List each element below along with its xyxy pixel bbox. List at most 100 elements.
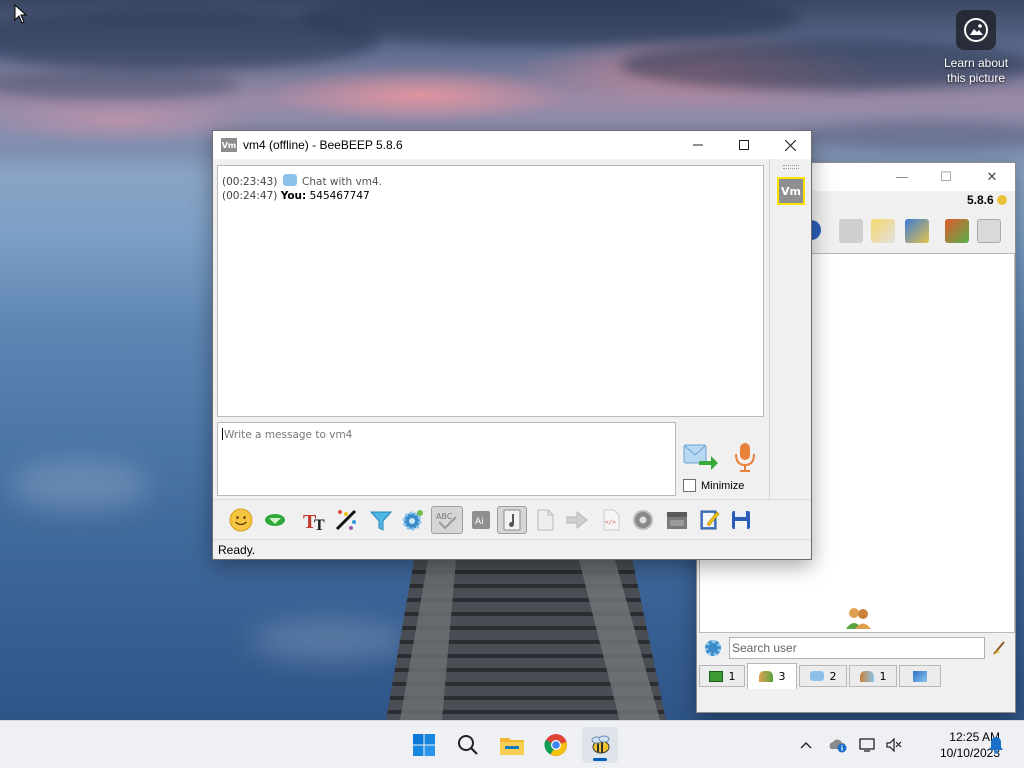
bell-icon (989, 737, 1003, 754)
learn-about-picture-widget[interactable]: Learn about this picture (936, 10, 1016, 86)
onedrive-tray-icon[interactable] (828, 735, 848, 755)
notifications-button[interactable] (986, 735, 1006, 755)
window-title: vm4 (offline) - BeeBEEP 5.8.6 (243, 138, 403, 152)
main-minimize-button[interactable]: — (885, 163, 919, 191)
font-color-button[interactable] (333, 506, 361, 534)
voice-message-button[interactable] (731, 441, 759, 473)
tab-groups[interactable]: 1 (849, 665, 897, 687)
font-icon: TT (303, 511, 325, 532)
svg-text:ABC: ABC (436, 512, 453, 521)
dock-grip[interactable] (783, 165, 799, 169)
message-input[interactable]: Write a message to vm4 (217, 422, 676, 496)
volume-tray-icon[interactable] (884, 735, 904, 755)
send-icon (683, 444, 718, 470)
users-group-icon (844, 606, 872, 630)
widget-label: Learn about this picture (943, 56, 1009, 85)
search-user-input[interactable]: Search user (729, 637, 985, 659)
search-icon (458, 735, 478, 755)
send-button[interactable] (683, 441, 719, 471)
clear-search-icon[interactable] (991, 640, 1007, 656)
code-icon: </> (603, 509, 620, 531)
green-arrow-down-icon (265, 514, 285, 526)
svg-text:</>: </> (605, 519, 616, 526)
maximize-button[interactable] (721, 131, 767, 159)
users-icon (758, 671, 773, 682)
emoticon-menu-button[interactable] (261, 506, 289, 534)
spellcheck-icon: ABC (436, 512, 457, 530)
text-book-icon: Ai (472, 511, 490, 529)
show-hidden-icons-button[interactable] (796, 735, 816, 755)
screenshot-button[interactable] (629, 506, 657, 534)
search-button[interactable] (450, 727, 486, 763)
active-indicator (593, 758, 607, 761)
windows-logo-icon (413, 734, 435, 756)
version-label: 5.8.6 (967, 193, 1007, 207)
minimize-button[interactable] (675, 131, 721, 159)
gear-icon (402, 510, 423, 531)
mouse-cursor-icon (14, 4, 28, 24)
filter-icon (369, 511, 393, 531)
network-tray-icon[interactable] (858, 735, 878, 755)
user-avatar[interactable]: Vm (777, 177, 805, 205)
chrome-button[interactable] (538, 727, 574, 763)
edit-icon[interactable] (871, 219, 895, 243)
chat-window: Vm vm4 (offline) - BeeBEEP 5.8.6 (00:23:… (212, 130, 812, 560)
message-placeholder: Write a message to vm4 (224, 429, 353, 441)
save-disk-icon (732, 511, 750, 529)
clear-chat-button[interactable] (663, 506, 691, 534)
message-time: (00:23:43) (222, 176, 278, 188)
camera-icon (956, 10, 996, 50)
status-bar: Ready. (213, 539, 811, 559)
svg-text:T: T (314, 517, 325, 532)
main-maximize-button[interactable]: ☐ (929, 163, 963, 191)
share-icon (913, 670, 927, 682)
version-text: 5.8.6 (966, 193, 994, 207)
font-button[interactable]: TT (301, 506, 329, 534)
smiley-icon (229, 508, 253, 532)
beebeep-taskbar-button[interactable] (582, 727, 618, 763)
trash-icon[interactable] (977, 219, 1001, 243)
chrome-icon (544, 734, 567, 756)
main-close-button[interactable]: ✕ (975, 163, 1009, 191)
close-button[interactable] (767, 131, 813, 159)
chat-message: (00:23:43) Chat with vm4. (222, 174, 759, 189)
word-completer-button[interactable]: Ai (467, 506, 495, 534)
bee-icon (591, 735, 610, 754)
send-file-button[interactable] (531, 506, 559, 534)
microphone-icon (735, 443, 755, 472)
chat-icon (809, 671, 824, 681)
group-icon (859, 670, 874, 682)
cloud-info-icon (829, 739, 847, 753)
tab-chats[interactable]: 2 (799, 665, 847, 687)
message-icon[interactable] (839, 219, 863, 243)
filter-button[interactable] (367, 506, 395, 534)
gear-icon[interactable] (705, 640, 721, 656)
file-explorer-button[interactable] (494, 727, 530, 763)
emoticon-button[interactable] (227, 506, 255, 534)
start-button[interactable] (406, 727, 442, 763)
chat-history[interactable]: (00:23:43) Chat with vm4. (00:24:47) You… (217, 165, 764, 417)
sound-button[interactable] (497, 506, 527, 534)
edit-notes-button[interactable] (695, 506, 723, 534)
settings-button[interactable] (399, 506, 427, 534)
tools-icon[interactable] (905, 219, 929, 243)
tab-users[interactable]: 3 (747, 663, 797, 689)
save-chat-button[interactable] (727, 506, 755, 534)
checkbox-box[interactable] (683, 479, 696, 492)
message-sender: You: (280, 190, 307, 202)
tab-shares[interactable] (899, 665, 941, 687)
tab-count: 3 (778, 670, 786, 683)
send-folder-button[interactable] (563, 506, 591, 534)
html-button[interactable]: </> (597, 506, 625, 534)
tab-computers[interactable]: 1 (699, 665, 745, 687)
arrow-right-icon (566, 510, 588, 530)
minimize-checkbox[interactable]: Minimize (683, 479, 744, 492)
refresh-icon[interactable] (945, 219, 969, 243)
notepad-pencil-icon (700, 510, 720, 530)
tab-count: 1 (879, 669, 887, 683)
spellcheck-button[interactable]: ABC (431, 506, 463, 534)
members-dock: Vm (769, 159, 811, 499)
svg-text:Ai: Ai (475, 517, 484, 527)
message-time: (00:24:47) (222, 190, 278, 202)
message-text: Chat with vm4. (302, 176, 382, 188)
